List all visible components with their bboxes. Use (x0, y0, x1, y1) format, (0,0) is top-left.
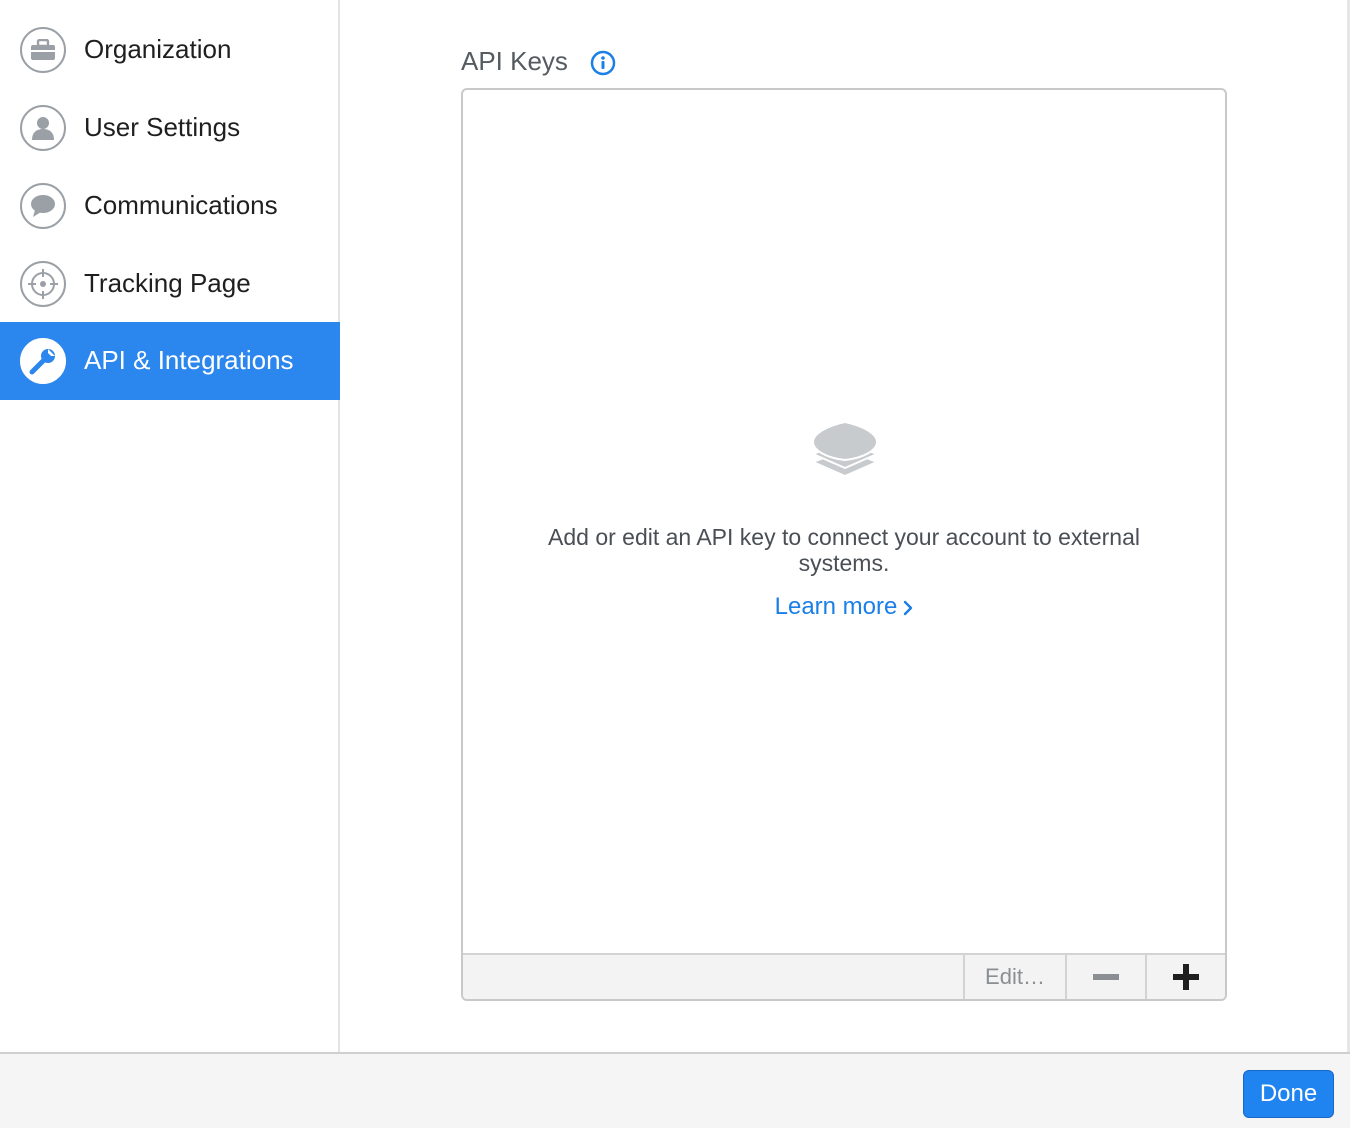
learn-more-label: Learn more (774, 593, 898, 620)
stack-layers-icon (811, 420, 879, 477)
plus-icon (1173, 964, 1199, 990)
list-toolbar: Edit… (463, 953, 1225, 999)
info-icon[interactable] (590, 50, 616, 76)
remove-button[interactable] (1065, 955, 1145, 999)
settings-window: Organization User Settings Communication… (0, 0, 1350, 1128)
briefcase-icon (20, 27, 66, 73)
sidebar-item-user-settings[interactable]: User Settings (0, 89, 340, 167)
add-button[interactable] (1145, 955, 1225, 999)
sidebar-item-communications[interactable]: Communications (0, 167, 340, 245)
chat-bubble-icon (20, 183, 66, 229)
sidebar: Organization User Settings Communication… (0, 0, 340, 1052)
sidebar-item-label: Organization (84, 33, 232, 64)
footer-bar: Done (0, 1052, 1350, 1128)
sidebar-item-label: Communications (84, 189, 278, 220)
sidebar-item-api-integrations[interactable]: API & Integrations (0, 322, 340, 400)
sidebar-item-label: API & Integrations (84, 344, 294, 375)
empty-state-message: Add or edit an API key to connect your a… (548, 524, 1140, 576)
done-button[interactable]: Done (1243, 1070, 1334, 1118)
sidebar-item-tracking-page[interactable]: Tracking Page (0, 245, 340, 323)
user-icon (20, 105, 66, 151)
sidebar-item-label: User Settings (84, 111, 241, 142)
crosshair-icon (20, 261, 66, 307)
chevron-right-icon (904, 600, 913, 615)
sidebar-item-organization[interactable]: Organization (0, 11, 340, 89)
api-keys-panel: Add or edit an API key to connect your a… (461, 88, 1227, 1001)
learn-more-link[interactable]: Learn more (463, 593, 1225, 621)
sidebar-item-label: Tracking Page (84, 267, 251, 298)
wrench-icon (20, 338, 66, 384)
minus-icon (1093, 974, 1119, 980)
edit-button[interactable]: Edit… (963, 955, 1065, 999)
page-title: API Keys (461, 46, 568, 76)
